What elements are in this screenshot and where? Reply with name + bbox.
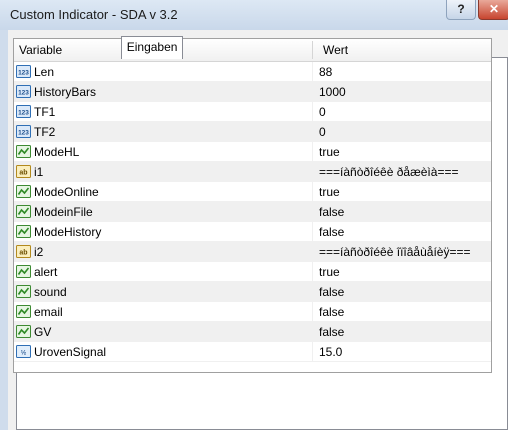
variable-value[interactable]: false [319, 225, 344, 239]
table-row[interactable]: ab i2 ===íàñòðîéêè îïîâåùåíèÿ=== [14, 242, 491, 262]
variable-name: ModeOnline [34, 185, 99, 199]
table-row[interactable]: ModeHL true [14, 142, 491, 162]
cell-divider [312, 222, 313, 242]
grid-header: Variable Wert [14, 39, 491, 62]
cell-divider [312, 182, 313, 202]
double-icon: ½ [16, 344, 31, 359]
table-row[interactable]: ½ UrovenSignal 15.0 [14, 342, 491, 362]
inputs-grid[interactable]: Variable Wert 123 Len 88 123 HistoryBars 1000… [13, 38, 492, 373]
svg-text:123: 123 [18, 90, 29, 97]
string-icon: ab [16, 244, 31, 259]
cell-divider [312, 82, 313, 102]
cell-divider [312, 322, 313, 342]
boolean-icon [16, 324, 31, 339]
tab-eingaben[interactable]: Eingaben [120, 36, 184, 59]
integer-icon: 123 [16, 104, 31, 119]
variable-name: i2 [34, 245, 44, 259]
table-row[interactable]: 123 TF2 0 [14, 122, 491, 142]
table-row[interactable]: alert true [14, 262, 491, 282]
variable-value[interactable]: ===íàñòðîéêè îïîâåùåíèÿ=== [319, 245, 470, 259]
variable-value[interactable]: 88 [319, 65, 332, 79]
variable-value[interactable]: false [319, 305, 344, 319]
cell-divider [312, 282, 313, 302]
variable-name: i1 [34, 165, 44, 179]
table-row[interactable]: GV false [14, 322, 491, 342]
close-button[interactable]: ✕ [478, 0, 508, 20]
cell-divider [312, 202, 313, 222]
variable-name: sound [34, 285, 67, 299]
variable-name: ModeHistory [34, 225, 102, 239]
cell-divider [312, 262, 313, 282]
cell-divider [312, 62, 313, 82]
variable-name: Len [34, 65, 55, 79]
integer-icon: 123 [16, 124, 31, 139]
boolean-icon [16, 264, 31, 279]
column-header-value[interactable]: Wert [323, 39, 348, 61]
column-divider[interactable] [312, 41, 313, 59]
boolean-icon [16, 204, 31, 219]
cell-divider [312, 102, 313, 122]
boolean-icon [16, 284, 31, 299]
variable-value[interactable]: 0 [319, 105, 326, 119]
variable-value[interactable]: false [319, 285, 344, 299]
boolean-icon [16, 184, 31, 199]
svg-text:123: 123 [18, 130, 29, 137]
variable-name: ModeHL [34, 145, 80, 159]
close-icon: ✕ [488, 2, 500, 16]
table-row[interactable]: 123 TF1 0 [14, 102, 491, 122]
integer-icon: 123 [16, 84, 31, 99]
string-icon: ab [16, 164, 31, 179]
variable-value[interactable]: ===íàñòðîéêè ðåæèìà=== [319, 165, 458, 179]
svg-text:½: ½ [21, 349, 27, 357]
cell-divider [312, 122, 313, 142]
variable-name: UrovenSignal [34, 345, 107, 359]
table-row[interactable]: email false [14, 302, 491, 322]
variable-value[interactable]: 1000 [319, 85, 346, 99]
variable-name: GV [34, 325, 52, 339]
column-header-variable[interactable]: Variable [19, 39, 62, 61]
table-row[interactable]: ModeOnline true [14, 182, 491, 202]
svg-text:123: 123 [18, 70, 29, 77]
table-row[interactable]: sound false [14, 282, 491, 302]
variable-value[interactable]: false [319, 205, 344, 219]
table-row[interactable]: ModeinFile false [14, 202, 491, 222]
variable-value[interactable]: 0 [319, 125, 326, 139]
table-row[interactable]: 123 Len 88 [14, 62, 491, 82]
cell-divider [312, 242, 313, 262]
table-row[interactable]: ModeHistory false [14, 222, 491, 242]
cell-divider [312, 302, 313, 322]
integer-icon: 123 [16, 64, 31, 79]
variable-name: alert [34, 265, 58, 279]
cell-divider [312, 142, 313, 162]
table-row[interactable]: ab i1 ===íàñòðîéêè ðåæèìà=== [14, 162, 491, 182]
variable-value[interactable]: true [319, 145, 340, 159]
svg-text:ab: ab [19, 170, 27, 177]
variable-name: ModeinFile [34, 205, 93, 219]
variable-name: TF1 [34, 105, 56, 119]
variable-name: TF2 [34, 125, 56, 139]
cell-divider [312, 162, 313, 182]
boolean-icon [16, 304, 31, 319]
variable-value[interactable]: true [319, 265, 340, 279]
boolean-icon [16, 144, 31, 159]
cell-divider [312, 342, 313, 362]
variable-value[interactable]: false [319, 325, 344, 339]
title-bar: Custom Indicator - SDA v 3.2 ? ✕ [0, 0, 508, 30]
variable-value[interactable]: 15.0 [319, 345, 342, 359]
variable-name: email [34, 305, 63, 319]
svg-text:ab: ab [19, 250, 27, 257]
variable-name: HistoryBars [34, 85, 97, 99]
boolean-icon [16, 224, 31, 239]
svg-text:123: 123 [18, 110, 29, 117]
variable-value[interactable]: true [319, 185, 340, 199]
help-icon: ? [457, 2, 465, 16]
help-button[interactable]: ? [446, 0, 476, 20]
window-title: Custom Indicator - SDA v 3.2 [10, 7, 178, 22]
table-row[interactable]: 123 HistoryBars 1000 [14, 82, 491, 102]
